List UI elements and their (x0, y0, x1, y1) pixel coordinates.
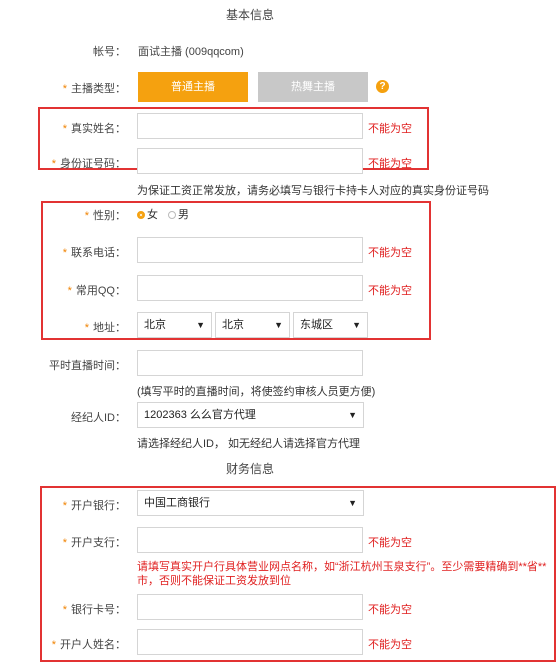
help-icon[interactable]: ? (376, 80, 389, 93)
dropdown-arrow-icon: ▼ (348, 498, 357, 508)
branch-input[interactable] (137, 527, 363, 553)
radio-unchecked-icon (168, 211, 176, 219)
phone-input[interactable] (137, 237, 363, 263)
agent-label: 经纪人ID： (71, 412, 126, 424)
finance-info-title: 财务信息 (225, 462, 274, 476)
dropdown-arrow-icon: ▼ (348, 410, 357, 420)
province-select[interactable]: 北京 ▼ (137, 312, 212, 338)
card-label: * 银行卡号： (62, 604, 126, 616)
id-number-label: * 身份证号码： (51, 158, 126, 170)
phone-error: 不能为空 (368, 247, 412, 259)
qq-input[interactable] (137, 275, 363, 301)
id-number-input[interactable] (137, 148, 363, 174)
holder-error: 不能为空 (368, 639, 412, 651)
card-error: 不能为空 (368, 604, 412, 616)
real-name-error: 不能为空 (368, 123, 412, 135)
holder-input[interactable] (137, 629, 363, 655)
dance-anchor-button[interactable]: 热舞主播 (258, 72, 368, 102)
account-value: 面试主播 (009qqcom) (138, 46, 244, 58)
radio-checked-icon (137, 211, 145, 219)
account-label: 帐号： (93, 46, 126, 58)
real-name-input[interactable] (137, 113, 363, 139)
branch-hint: 请填写真实开户行具体营业网点名称，如“浙江杭州玉泉支行”。至少需要精确到**省*… (137, 561, 547, 587)
holder-label: * 开户人姓名： (51, 639, 126, 651)
live-time-hint: (填写平时的直播时间，将使签约审核人员更方便) (137, 386, 376, 398)
live-time-input[interactable] (137, 350, 363, 376)
address-label: * 地址： (84, 322, 126, 334)
phone-label: * 联系电话： (62, 247, 126, 259)
real-name-label: * 真实姓名： (62, 123, 126, 135)
normal-anchor-button[interactable]: 普通主播 (138, 72, 248, 102)
gender-label: * 性别： (84, 210, 126, 222)
district-select[interactable]: 东城区 ▼ (293, 312, 368, 338)
dropdown-arrow-icon: ▼ (274, 320, 283, 330)
bank-select[interactable]: 中国工商银行 ▼ (137, 490, 364, 516)
gender-male-radio[interactable]: 男 (168, 206, 189, 222)
id-number-hint: 为保证工资正常发放，请务必填写与银行卡持卡人对应的真实身份证号码 (137, 185, 489, 197)
agent-select[interactable]: 1202363 么么官方代理 ▼ (137, 402, 364, 428)
qq-error: 不能为空 (368, 285, 412, 297)
bank-label: * 开户银行： (62, 500, 126, 512)
branch-label: * 开户支行： (62, 537, 126, 549)
required-star: * (62, 83, 67, 95)
id-number-error: 不能为空 (368, 158, 412, 170)
gender-female-radio[interactable]: 女 (137, 206, 158, 222)
basic-info-title: 基本信息 (225, 8, 274, 22)
dropdown-arrow-icon: ▼ (352, 320, 361, 330)
live-time-label: 平时直播时间： (49, 360, 126, 372)
qq-label: * 常用QQ： (67, 285, 126, 297)
agent-hint: 请选择经纪人ID， 如无经纪人请选择官方代理 (137, 438, 361, 450)
dropdown-arrow-icon: ▼ (196, 320, 205, 330)
branch-error: 不能为空 (368, 537, 412, 549)
anchor-type-label: * 主播类型： (62, 83, 126, 95)
card-input[interactable] (137, 594, 363, 620)
city-select[interactable]: 北京 ▼ (215, 312, 290, 338)
